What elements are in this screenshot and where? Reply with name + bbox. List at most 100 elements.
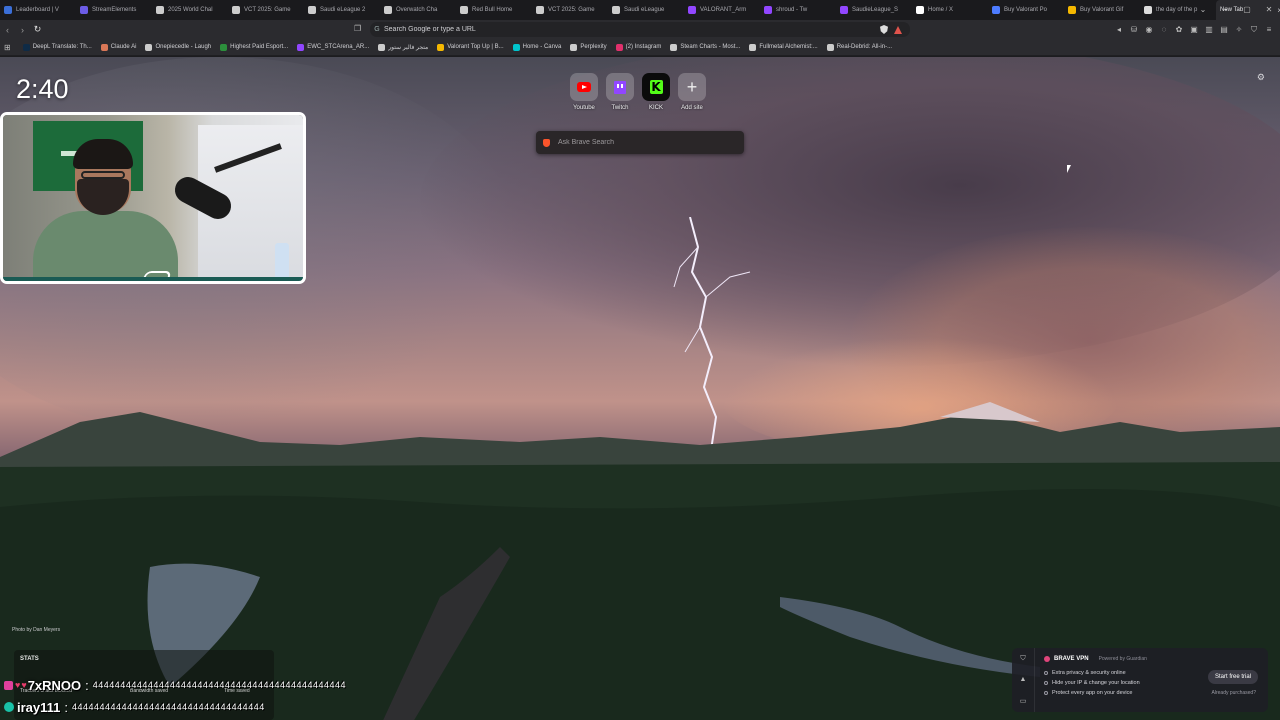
vpn-feature: Extra privacy & security online: [1044, 668, 1140, 678]
browser-tab[interactable]: Red Bull Home: [456, 0, 532, 20]
add-site-button[interactable]: + Add site: [678, 73, 706, 111]
mute-icon[interactable]: ◂: [1114, 25, 1124, 34]
browser-tab[interactable]: SaudieLeague_S: [836, 0, 912, 20]
vpn-shield-icon[interactable]: ⛉: [1020, 655, 1025, 663]
speech-icon[interactable]: ◉: [1144, 25, 1154, 34]
bookmark-icon[interactable]: ❐: [354, 24, 361, 33]
bookmark-label: Highest Paid Esport...: [230, 44, 289, 50]
maximize-button[interactable]: ▢: [1236, 0, 1258, 20]
browser-tab[interactable]: StreamElements: [76, 0, 152, 20]
bookmark-label: Perplexity: [580, 44, 607, 50]
already-purchased-link[interactable]: Already purchased?: [1212, 690, 1256, 696]
stats-title: STATS: [20, 656, 39, 662]
bookmark-item[interactable]: Steam Charts - Most...: [670, 43, 740, 51]
bookmark-label: Claude Ai: [110, 44, 137, 50]
tab-favicon-icon: [536, 6, 544, 14]
top-site-kick[interactable]: K KICK: [642, 73, 670, 111]
bookmark-label: Valorant Top Up | B...: [447, 44, 504, 50]
close-window-button[interactable]: ✕: [1258, 0, 1280, 20]
top-site-youtube[interactable]: Youtube: [570, 73, 598, 111]
address-bar[interactable]: G: [370, 22, 910, 37]
tab-favicon-icon: [1144, 6, 1152, 14]
vpn-feature-list: Extra privacy & security online Hide you…: [1044, 668, 1140, 698]
tab-title: Red Bull Home: [472, 7, 513, 13]
shield-icon[interactable]: ⛉: [1249, 25, 1259, 35]
tab-favicon-icon: [764, 6, 772, 14]
vpn-feature: Protect every app on your device: [1044, 688, 1140, 698]
tab-list: Leaderboard | V StreamElements 2025 World …: [0, 0, 1216, 20]
tab-title: Buy Valorant Gif: [1080, 7, 1124, 13]
extension-icon[interactable]: ◌: [1159, 25, 1169, 34]
top-site-label: Youtube: [573, 105, 595, 111]
bookmark-item[interactable]: Highest Paid Esport...: [220, 43, 289, 51]
bookmark-item[interactable]: Onepiecedle - Laugh: [145, 43, 211, 51]
tab-title: 2025 World Chal: [168, 7, 213, 13]
vpn-feature: Hide your IP & change your location: [1044, 678, 1140, 688]
search-input[interactable]: [556, 138, 744, 147]
brave-shields-icon[interactable]: [880, 25, 888, 34]
browser-tab[interactable]: Saudi eLeague: [608, 0, 684, 20]
browser-tab[interactable]: VALORANT_Arm: [684, 0, 760, 20]
tab-favicon-icon: [308, 6, 316, 14]
bookmark-item[interactable]: Home - Canva: [512, 43, 561, 51]
gear-icon[interactable]: ⚙: [1257, 72, 1265, 83]
bookmark-item[interactable]: Claude Ai: [100, 43, 137, 51]
chat-separator: :: [85, 677, 89, 693]
reload-button[interactable]: ↻: [30, 24, 45, 35]
screenshot-icon[interactable]: ▣: [1189, 25, 1199, 34]
brave-logo-icon: [543, 138, 550, 147]
bookmark-favicon-icon: [670, 43, 678, 51]
browser-tab[interactable]: Leaderboard | V: [0, 0, 76, 20]
browser-tab[interactable]: Saudi eLeague 2: [304, 0, 380, 20]
tile-frame: [570, 73, 598, 101]
leo-icon[interactable]: ✧: [1234, 25, 1244, 34]
chat-separator: :: [64, 699, 69, 715]
brave-search-box[interactable]: [536, 131, 744, 154]
browser-tab[interactable]: Buy Valorant Gif: [1064, 0, 1140, 20]
tile-frame: [606, 73, 634, 101]
forward-button[interactable]: ›: [15, 25, 30, 35]
apps-grid-icon[interactable]: ⊞: [4, 43, 11, 52]
tab-title: VCT 2025: Game: [244, 7, 291, 13]
tab-title: Saudi eLeague: [624, 7, 665, 13]
browser-tab[interactable]: VCT 2025: Game: [228, 0, 304, 20]
address-input[interactable]: [384, 26, 880, 33]
tab-strip: Leaderboard | V StreamElements 2025 World …: [0, 0, 1280, 20]
browser-tab[interactable]: VCT 2025: Game: [532, 0, 608, 20]
sidebar-icon[interactable]: ▥: [1204, 25, 1214, 34]
back-button[interactable]: ‹: [0, 25, 15, 35]
extensions-icon[interactable]: ✿: [1174, 25, 1184, 34]
bookmark-item[interactable]: Real-Debrid: All-in-...: [826, 43, 892, 51]
alert-icon[interactable]: ▲: [1020, 676, 1027, 683]
browser-tab[interactable]: Home / X: [912, 0, 988, 20]
browser-tab[interactable]: 2025 World Chal: [152, 0, 228, 20]
bookmark-item[interactable]: DeepL Translate: Th...: [22, 43, 92, 51]
bookmark-item[interactable]: (2) Instagram: [615, 43, 661, 51]
webcam-frame-bar: [3, 277, 303, 281]
chat-username: 7xRNOO: [27, 677, 82, 693]
bookmark-item[interactable]: Valorant Top Up | B...: [437, 43, 504, 51]
bookmark-favicon-icon: [570, 43, 578, 51]
browser-tab[interactable]: Buy Valorant Po: [988, 0, 1064, 20]
top-site-twitch[interactable]: Twitch: [606, 73, 634, 111]
vpn-icon[interactable]: ⛁: [1129, 25, 1139, 34]
message-icon[interactable]: ▭: [1020, 697, 1027, 705]
window-menu-icon[interactable]: ⌄: [1192, 0, 1214, 20]
vpn-powered-by: Powered by Guardian: [1098, 656, 1147, 662]
minimize-button[interactable]: –: [1214, 0, 1236, 20]
photo-credit[interactable]: Photo by Dan Meyers: [12, 627, 60, 633]
brave-rewards-icon[interactable]: [894, 25, 902, 34]
bookmark-item[interactable]: Fullmetal Alchemist:...: [749, 43, 818, 51]
tab-title: Buy Valorant Po: [1004, 7, 1047, 13]
bookmark-item[interactable]: متجر فالير ستور: [378, 43, 428, 51]
wallet-icon[interactable]: ▤: [1219, 25, 1229, 34]
browser-tab[interactable]: Overwatch Cha: [380, 0, 456, 20]
bookmark-item[interactable]: Perplexity: [570, 43, 607, 51]
browser-tab[interactable]: shroud - Tw: [760, 0, 836, 20]
bookmark-item[interactable]: EWC_STCArena_AR...: [297, 43, 369, 51]
bookmark-label: DeepL Translate: Th...: [32, 44, 92, 50]
start-free-trial-button[interactable]: Start free trial: [1208, 670, 1258, 684]
streamer: [13, 139, 178, 281]
bookmark-favicon-icon: [297, 43, 305, 51]
menu-icon[interactable]: ≡: [1264, 25, 1274, 34]
